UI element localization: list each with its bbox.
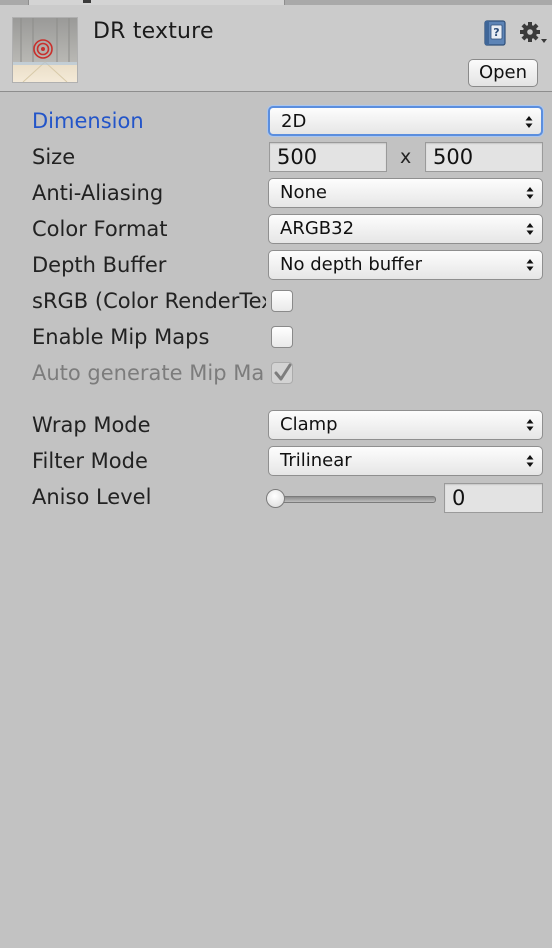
dimension-value: 2D — [281, 111, 307, 132]
depth-buffer-dropdown[interactable]: No depth buffer — [268, 250, 543, 280]
wrap-mode-value: Clamp — [280, 414, 338, 435]
wrap-mode-label: Wrap Mode — [32, 413, 151, 437]
srgb-label: sRGB (Color RenderTexture) — [32, 289, 266, 313]
dimension-dropdown[interactable]: 2D — [268, 106, 543, 136]
aniso-level-field[interactable]: 0 — [444, 483, 543, 513]
color-format-value: ARGB32 — [280, 218, 355, 239]
enable-mip-maps-checkbox[interactable] — [271, 326, 293, 348]
asset-header: DR texture ? Open — [0, 5, 552, 92]
aniso-level-label: Aniso Level — [32, 485, 152, 509]
depth-buffer-label: Depth Buffer — [32, 253, 167, 277]
anti-aliasing-value: None — [280, 182, 327, 203]
depth-buffer-value: No depth buffer — [280, 254, 423, 275]
size-height-field[interactable]: 500 — [425, 142, 543, 172]
dropdown-arrows-icon — [526, 259, 534, 271]
color-format-dropdown[interactable]: ARGB32 — [268, 214, 543, 244]
size-width-field[interactable]: 500 — [269, 142, 387, 172]
filter-mode-label: Filter Mode — [32, 449, 148, 473]
aniso-level-slider-thumb[interactable] — [266, 489, 285, 508]
size-label: Size — [32, 145, 76, 169]
dropdown-arrows-icon — [526, 187, 534, 199]
dropdown-arrows-icon — [525, 116, 533, 128]
asset-title: DR texture — [93, 19, 214, 44]
reference-book-icon[interactable]: ? — [482, 19, 508, 47]
tab-marker — [83, 0, 91, 3]
anti-aliasing-label: Anti-Aliasing — [32, 181, 164, 205]
dropdown-arrows-icon — [526, 455, 534, 467]
dimension-label: Dimension — [32, 109, 144, 133]
gear-icon[interactable] — [518, 19, 548, 47]
checkmark-icon — [274, 363, 292, 381]
anti-aliasing-dropdown[interactable]: None — [268, 178, 543, 208]
size-separator: x — [400, 146, 412, 168]
texture-preview-thumbnail — [12, 17, 78, 83]
filter-mode-value: Trilinear — [280, 450, 352, 471]
svg-text:?: ? — [493, 26, 499, 39]
color-format-label: Color Format — [32, 217, 168, 241]
auto-generate-mip-maps-label: Auto generate Mip Maps — [32, 361, 266, 385]
dropdown-arrows-icon — [526, 223, 534, 235]
aniso-level-slider-track[interactable] — [270, 496, 436, 503]
filter-mode-dropdown[interactable]: Trilinear — [268, 446, 543, 476]
auto-generate-mip-maps-checkbox — [271, 362, 293, 384]
open-button[interactable]: Open — [468, 59, 538, 87]
srgb-checkbox[interactable] — [271, 290, 293, 312]
inspector-panel: DR texture ? Open Dimension 2D Size 500 … — [0, 0, 552, 948]
wrap-mode-dropdown[interactable]: Clamp — [268, 410, 543, 440]
dropdown-arrows-icon — [526, 419, 534, 431]
enable-mip-maps-label: Enable Mip Maps — [32, 325, 210, 349]
